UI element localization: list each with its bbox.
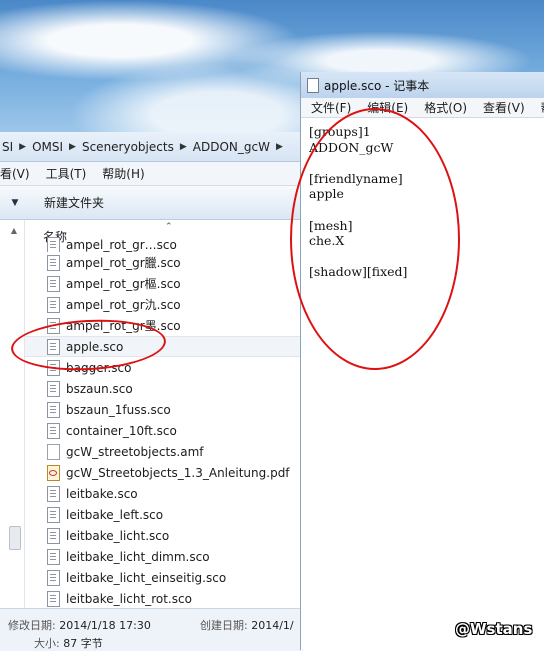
- created-value: 2014/1/: [251, 619, 294, 632]
- chevron-right-icon[interactable]: ▶: [19, 142, 26, 152]
- navigation-pane: ▲: [0, 220, 25, 620]
- file-row[interactable]: leitbake_left.sco: [47, 504, 305, 525]
- file-row[interactable]: bszaun_1fuss.sco: [47, 399, 305, 420]
- explorer-menu-bar: 看(V) 工具(T) 帮助(H): [0, 162, 305, 186]
- file-row[interactable]: leitbake.sco: [47, 483, 305, 504]
- file-row[interactable]: ampel_rot_gr…sco: [47, 237, 305, 252]
- text-file-icon: [47, 590, 60, 607]
- modified-date: 修改日期: 2014/1/18 17:30: [8, 617, 151, 633]
- text-file-icon: [47, 401, 60, 418]
- text-file-icon: [47, 380, 60, 397]
- text-file-icon: [47, 548, 60, 565]
- file-name: leitbake_licht_dimm.sco: [66, 549, 210, 564]
- file-row[interactable]: bszaun.sco: [47, 378, 305, 399]
- watermark: @Wstans: [455, 620, 533, 638]
- menu-view[interactable]: 查看(V): [483, 99, 525, 116]
- menu-help[interactable]: 帮助(H): [102, 165, 144, 182]
- file-row[interactable]: ampel_rot_gr氿.sco: [47, 294, 305, 315]
- file-name: leitbake_left.sco: [66, 507, 164, 522]
- text-file-icon: [47, 506, 60, 523]
- file-row[interactable]: container_10ft.sco: [47, 420, 305, 441]
- file-row[interactable]: gcW_Streetobjects_1.3_Anleitung.pdf: [47, 462, 305, 483]
- menu-view[interactable]: 看(V): [0, 165, 30, 182]
- file-name: gcW_streetobjects.amf: [66, 444, 204, 459]
- breadcrumb-item[interactable]: OMSI: [32, 140, 63, 154]
- modified-label: 修改日期:: [8, 619, 56, 632]
- text-file-icon: [47, 237, 60, 252]
- notepad-title-bar[interactable]: apple.sco - 记事本: [301, 72, 544, 98]
- size-label: 大小:: [34, 637, 60, 650]
- details-pane: 修改日期: 2014/1/18 17:30 创建日期: 2014/1/ 大小: …: [0, 608, 305, 651]
- text-file-icon: [47, 527, 60, 544]
- text-file-icon: [47, 569, 60, 586]
- file-name: bszaun.sco: [66, 381, 133, 396]
- text-file-icon: [47, 254, 60, 271]
- annotation-circle-content: [290, 108, 460, 370]
- address-bar[interactable]: SI ▶ OMSI ▶ Sceneryobjects ▶ ADDON_gcW ▶: [0, 132, 305, 162]
- notepad-title: apple.sco - 记事本: [324, 78, 430, 93]
- menu-format[interactable]: 格式(O): [424, 99, 467, 116]
- file-row[interactable]: leitbake_licht_rot.sco: [47, 588, 305, 609]
- file-size: 大小: 87 字节: [34, 635, 103, 651]
- nav-scrollbar[interactable]: ▲: [8, 226, 21, 606]
- created-label: 创建日期:: [200, 619, 248, 632]
- text-file-icon: [47, 296, 60, 313]
- file-name: container_10ft.sco: [66, 423, 177, 438]
- file-name: bszaun_1fuss.sco: [66, 402, 171, 417]
- size-value: 87 字节: [63, 637, 103, 650]
- pdf-file-icon: [47, 464, 60, 481]
- file-name: ampel_rot_gr氿.sco: [66, 298, 181, 312]
- file-name: leitbake_licht_einseitig.sco: [66, 570, 227, 585]
- file-name: gcW_Streetobjects_1.3_Anleitung.pdf: [66, 465, 290, 480]
- sort-ascending-icon: ⌃: [165, 222, 173, 232]
- scroll-up-icon[interactable]: ▲: [8, 226, 20, 235]
- modified-value: 2014/1/18 17:30: [59, 619, 151, 632]
- breadcrumb-item[interactable]: Sceneryobjects: [82, 140, 174, 154]
- file-list: 名称 ⌃ ampel_rot_gr…scoampel_rot_gr臘.scoam…: [25, 220, 305, 620]
- explorer-window: SI ▶ OMSI ▶ Sceneryobjects ▶ ADDON_gcW ▶…: [0, 132, 305, 651]
- file-row[interactable]: ampel_rot_gr樞.sco: [47, 273, 305, 294]
- notepad-document-icon: [307, 77, 319, 93]
- new-folder-button[interactable]: 新建文件夹: [44, 194, 104, 211]
- breadcrumb-item[interactable]: ADDON_gcW: [193, 140, 270, 154]
- collapse-chevron-icon[interactable]: ▼: [0, 198, 30, 208]
- file-name: leitbake_licht_rot.sco: [66, 591, 192, 606]
- scroll-thumb[interactable]: [9, 526, 21, 550]
- chevron-right-icon[interactable]: ▶: [180, 142, 187, 152]
- breadcrumb-item[interactable]: SI: [2, 140, 13, 154]
- chevron-right-icon[interactable]: ▶: [69, 142, 76, 152]
- file-rows: ampel_rot_gr…sco ampel_rot_gr臘.sco ampel_r…: [25, 237, 305, 609]
- file-name: ampel_rot_gr臘.sco: [66, 256, 181, 270]
- created-date: 创建日期: 2014/1/: [200, 617, 294, 633]
- text-file-icon: [47, 422, 60, 439]
- file-row[interactable]: leitbake_licht_dimm.sco: [47, 546, 305, 567]
- file-row[interactable]: ampel_rot_gr臘.sco: [47, 252, 305, 273]
- file-name: ampel_rot_gr樞.sco: [66, 277, 181, 291]
- menu-tools[interactable]: 工具(T): [46, 165, 87, 182]
- file-row[interactable]: leitbake_licht_einseitig.sco: [47, 567, 305, 588]
- file-name: leitbake_licht.sco: [66, 528, 170, 543]
- chevron-right-icon[interactable]: ▶: [276, 142, 283, 152]
- file-name: leitbake.sco: [66, 486, 138, 501]
- explorer-toolbar: ▼ 新建文件夹: [0, 186, 305, 220]
- text-file-icon: [47, 275, 60, 292]
- menu-help[interactable]: 帮助: [541, 99, 544, 116]
- menu-file[interactable]: 文件(F): [311, 99, 351, 116]
- file-row[interactable]: gcW_streetobjects.amf: [47, 441, 305, 462]
- file-row[interactable]: leitbake_licht.sco: [47, 525, 305, 546]
- text-file-icon: [47, 485, 60, 502]
- blank-file-icon: [47, 443, 60, 460]
- file-name: ampel_rot_gr…sco: [66, 237, 177, 252]
- notepad-menu-bar: 文件(F) 编辑(E) 格式(O) 查看(V) 帮助: [301, 98, 544, 118]
